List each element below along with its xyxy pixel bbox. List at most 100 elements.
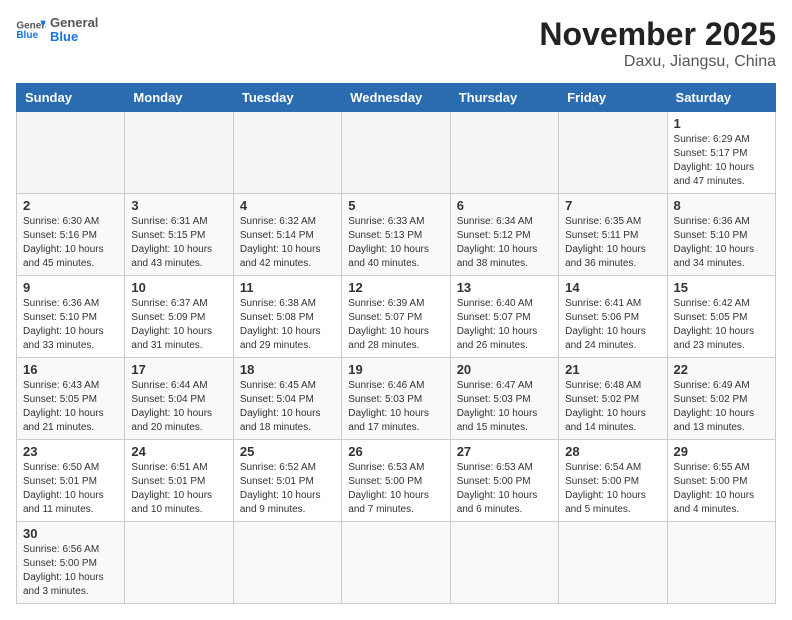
calendar-cell: 5 Sunrise: 6:33 AMSunset: 5:13 PMDaylight… <box>342 194 450 276</box>
day-content: Sunrise: 6:34 AMSunset: 5:12 PMDaylight:… <box>457 215 552 271</box>
weekday-header-row: SundayMondayTuesdayWednesdayThursdayFrid… <box>17 84 776 112</box>
calendar-cell <box>233 522 341 604</box>
calendar-cell: 28 Sunrise: 6:54 AMSunset: 5:00 PMDayligh… <box>559 440 667 522</box>
day-content: Sunrise: 6:48 AMSunset: 5:02 PMDaylight:… <box>565 379 660 435</box>
calendar-cell: 29 Sunrise: 6:55 AMSunset: 5:00 PMDayligh… <box>667 440 775 522</box>
calendar-cell <box>450 112 558 194</box>
day-content: Sunrise: 6:30 AMSunset: 5:16 PMDaylight:… <box>23 215 118 271</box>
day-number: 28 <box>565 444 660 459</box>
day-content: Sunrise: 6:35 AMSunset: 5:11 PMDaylight:… <box>565 215 660 271</box>
logo: General Blue General Blue <box>16 16 98 45</box>
day-number: 20 <box>457 362 552 377</box>
calendar-cell: 21 Sunrise: 6:48 AMSunset: 5:02 PMDayligh… <box>559 358 667 440</box>
calendar-cell: 19Sunrise: 6:46 AMSunset: 5:03 PMDayligh… <box>342 358 450 440</box>
day-number: 16 <box>23 362 118 377</box>
calendar-cell: 3 Sunrise: 6:31 AMSunset: 5:15 PMDaylight… <box>125 194 233 276</box>
calendar-cell: 14Sunrise: 6:41 AMSunset: 5:06 PMDayligh… <box>559 276 667 358</box>
day-content: Sunrise: 6:53 AMSunset: 5:00 PMDaylight:… <box>348 461 443 517</box>
day-number: 25 <box>240 444 335 459</box>
day-number: 19 <box>348 362 443 377</box>
day-content: Sunrise: 6:49 AMSunset: 5:02 PMDaylight:… <box>674 379 769 435</box>
day-number: 14 <box>565 280 660 295</box>
day-number: 15 <box>674 280 769 295</box>
day-number: 27 <box>457 444 552 459</box>
calendar-cell: 9Sunrise: 6:36 AMSunset: 5:10 PMDaylight… <box>17 276 125 358</box>
day-number: 18 <box>240 362 335 377</box>
calendar-cell <box>17 112 125 194</box>
weekday-header-saturday: Saturday <box>667 84 775 112</box>
calendar-cell: 17 Sunrise: 6:44 AMSunset: 5:04 PMDayligh… <box>125 358 233 440</box>
day-content: Sunrise: 6:43 AMSunset: 5:05 PMDaylight:… <box>23 379 118 435</box>
day-number: 12 <box>348 280 443 295</box>
calendar-cell: 25 Sunrise: 6:52 AMSunset: 5:01 PMDayligh… <box>233 440 341 522</box>
day-content: Sunrise: 6:55 AMSunset: 5:00 PMDaylight:… <box>674 461 769 517</box>
calendar-week-row: 1Sunrise: 6:29 AMSunset: 5:17 PMDaylight… <box>17 112 776 194</box>
calendar-week-row: 16 Sunrise: 6:43 AMSunset: 5:05 PMDayligh… <box>17 358 776 440</box>
calendar-cell: 16 Sunrise: 6:43 AMSunset: 5:05 PMDayligh… <box>17 358 125 440</box>
calendar-cell: 7 Sunrise: 6:35 AMSunset: 5:11 PMDaylight… <box>559 194 667 276</box>
header: General Blue General Blue November 2025 … <box>16 16 776 71</box>
day-content: Sunrise: 6:51 AMSunset: 5:01 PMDaylight:… <box>131 461 226 517</box>
day-content: Sunrise: 6:37 AMSunset: 5:09 PMDaylight:… <box>131 297 226 353</box>
logo-blue: Blue <box>50 30 98 44</box>
day-content: Sunrise: 6:42 AMSunset: 5:05 PMDaylight:… <box>674 297 769 353</box>
calendar-cell: 6Sunrise: 6:34 AMSunset: 5:12 PMDaylight… <box>450 194 558 276</box>
calendar-cell <box>342 522 450 604</box>
day-number: 9 <box>23 280 118 295</box>
day-number: 10 <box>131 280 226 295</box>
calendar-cell: 24 Sunrise: 6:51 AMSunset: 5:01 PMDayligh… <box>125 440 233 522</box>
day-number: 1 <box>674 116 769 131</box>
svg-text:Blue: Blue <box>16 30 38 41</box>
calendar-week-row: 30 Sunrise: 6:56 AMSunset: 5:00 PMDayligh… <box>17 522 776 604</box>
calendar-cell: 23 Sunrise: 6:50 AMSunset: 5:01 PMDayligh… <box>17 440 125 522</box>
calendar-cell: 12Sunrise: 6:39 AMSunset: 5:07 PMDayligh… <box>342 276 450 358</box>
calendar-cell <box>559 112 667 194</box>
day-number: 2 <box>23 198 118 213</box>
day-content: Sunrise: 6:36 AMSunset: 5:10 PMDaylight:… <box>674 215 769 271</box>
day-number: 3 <box>131 198 226 213</box>
calendar-cell <box>559 522 667 604</box>
weekday-header-wednesday: Wednesday <box>342 84 450 112</box>
calendar-cell: 2 Sunrise: 6:30 AMSunset: 5:16 PMDaylight… <box>17 194 125 276</box>
day-content: Sunrise: 6:38 AMSunset: 5:08 PMDaylight:… <box>240 297 335 353</box>
weekday-header-friday: Friday <box>559 84 667 112</box>
day-number: 24 <box>131 444 226 459</box>
calendar-cell <box>125 112 233 194</box>
day-content: Sunrise: 6:47 AMSunset: 5:03 PMDaylight:… <box>457 379 552 435</box>
logo-icon: General Blue <box>16 18 46 42</box>
logo-general: General <box>50 16 98 30</box>
calendar-cell: 22Sunrise: 6:49 AMSunset: 5:02 PMDayligh… <box>667 358 775 440</box>
day-number: 7 <box>565 198 660 213</box>
title-area: November 2025 Daxu, Jiangsu, China <box>539 16 776 71</box>
calendar-week-row: 23 Sunrise: 6:50 AMSunset: 5:01 PMDayligh… <box>17 440 776 522</box>
day-content: Sunrise: 6:33 AMSunset: 5:13 PMDaylight:… <box>348 215 443 271</box>
day-content: Sunrise: 6:56 AMSunset: 5:00 PMDaylight:… <box>23 543 118 599</box>
day-content: Sunrise: 6:50 AMSunset: 5:01 PMDaylight:… <box>23 461 118 517</box>
day-number: 26 <box>348 444 443 459</box>
day-content: Sunrise: 6:40 AMSunset: 5:07 PMDaylight:… <box>457 297 552 353</box>
calendar-week-row: 9Sunrise: 6:36 AMSunset: 5:10 PMDaylight… <box>17 276 776 358</box>
calendar-cell <box>667 522 775 604</box>
day-number: 23 <box>23 444 118 459</box>
day-content: Sunrise: 6:31 AMSunset: 5:15 PMDaylight:… <box>131 215 226 271</box>
calendar-cell <box>233 112 341 194</box>
day-content: Sunrise: 6:32 AMSunset: 5:14 PMDaylight:… <box>240 215 335 271</box>
calendar-cell: 15 Sunrise: 6:42 AMSunset: 5:05 PMDayligh… <box>667 276 775 358</box>
calendar-cell <box>450 522 558 604</box>
calendar-week-row: 2 Sunrise: 6:30 AMSunset: 5:16 PMDaylight… <box>17 194 776 276</box>
calendar-cell: 10 Sunrise: 6:37 AMSunset: 5:09 PMDayligh… <box>125 276 233 358</box>
calendar-cell: 11Sunrise: 6:38 AMSunset: 5:08 PMDayligh… <box>233 276 341 358</box>
day-number: 13 <box>457 280 552 295</box>
day-number: 29 <box>674 444 769 459</box>
day-number: 21 <box>565 362 660 377</box>
day-content: Sunrise: 6:54 AMSunset: 5:00 PMDaylight:… <box>565 461 660 517</box>
day-number: 30 <box>23 526 118 541</box>
weekday-header-thursday: Thursday <box>450 84 558 112</box>
day-number: 4 <box>240 198 335 213</box>
calendar-cell <box>125 522 233 604</box>
day-number: 17 <box>131 362 226 377</box>
day-content: Sunrise: 6:44 AMSunset: 5:04 PMDaylight:… <box>131 379 226 435</box>
day-number: 5 <box>348 198 443 213</box>
calendar-cell: 26 Sunrise: 6:53 AMSunset: 5:00 PMDayligh… <box>342 440 450 522</box>
day-content: Sunrise: 6:52 AMSunset: 5:01 PMDaylight:… <box>240 461 335 517</box>
